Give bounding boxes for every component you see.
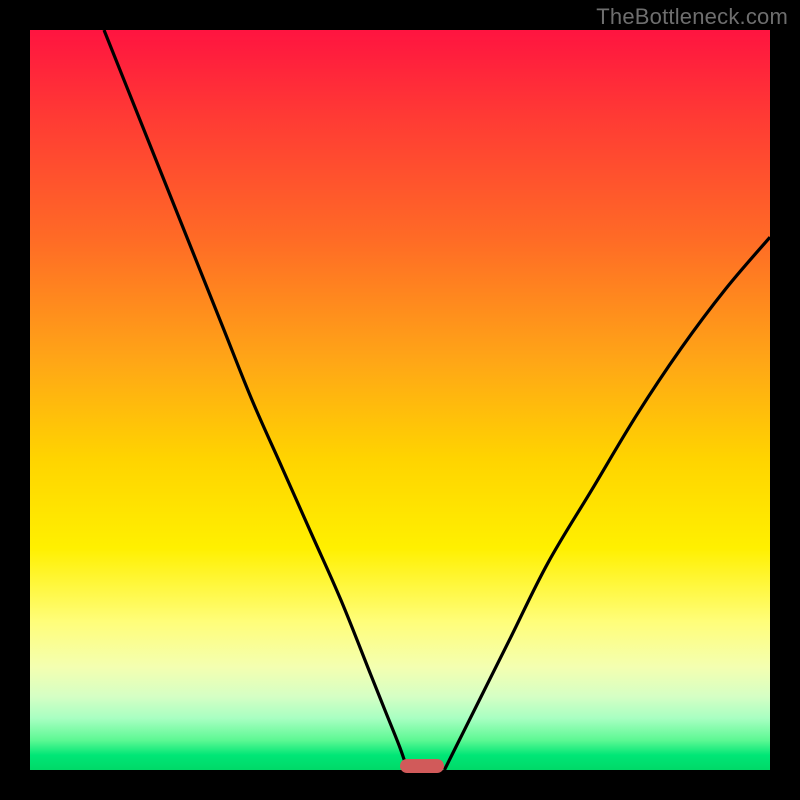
chart-frame: TheBottleneck.com <box>0 0 800 800</box>
bottleneck-marker <box>400 759 444 773</box>
left-branch-path <box>104 30 407 770</box>
plot-area <box>30 30 770 770</box>
watermark-text: TheBottleneck.com <box>596 4 788 30</box>
right-branch-path <box>444 237 770 770</box>
curves-svg <box>30 30 770 770</box>
